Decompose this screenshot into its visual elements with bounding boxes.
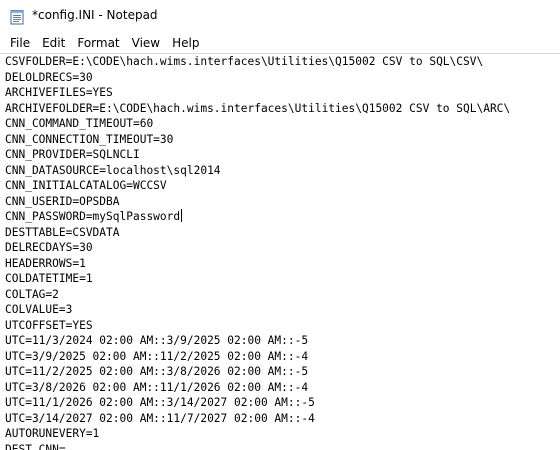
editor-line-text: CNN_PASSWORD=mySqlPassword [5,210,181,223]
editor-line-text: COLDATETIME=1 [5,272,93,285]
editor-line-text: DELRECDAYS=30 [5,241,93,254]
editor-line-text: CSVFOLDER=E:\CODE\hach.wims.interfaces\U… [5,55,484,68]
editor-line: DEST_CNN= [5,442,510,450]
editor-line: COLVALUE=3 [5,302,510,318]
editor-line: UTCOFFSET=YES [5,318,510,334]
editor-line: COLDATETIME=1 [5,271,510,287]
title-bar[interactable]: *config.INI - Notepad [0,0,560,33]
editor-line-text: CNN_CONNECTION_TIMEOUT=30 [5,132,174,146]
editor-line: UTC=11/3/2024 02:00 AM::3/9/2025 02:00 A… [5,333,510,349]
editor-line: UTC=11/2/2025 02:00 AM::3/8/2026 02:00 A… [5,364,510,380]
editor-line: AUTORUNEVERY=1 [5,426,510,442]
editor-lines: CSVFOLDER=E:\CODE\hach.wims.interfaces\U… [5,54,510,450]
editor-line: CNN_USERID=OPSDBA [5,194,510,210]
window-title: *config.INI - Notepad [32,8,158,22]
editor-line: COLTAG=2 [5,287,510,303]
editor-line: ARCHIVEFOLDER=E:\CODE\hach.wims.interfac… [5,101,510,117]
editor-line-text: UTC=3/14/2027 02:00 AM::11/7/2027 02:00 … [5,411,315,425]
editor-line: CNN_PROVIDER=SQLNCLI [5,147,510,163]
editor-line-text: DEST_CNN= [5,442,66,450]
editor-line: HEADERROWS=1 [5,256,510,272]
editor-line-text: UTC=11/2/2025 02:00 AM::3/8/2026 02:00 A… [5,365,309,378]
editor-line-text: COLVALUE=3 [5,303,73,316]
editor-line: CNN_DATASOURCE=localhost\sql2014 [5,163,510,179]
editor-line-text: UTC=3/8/2026 02:00 AM::11/1/2026 02:00 A… [5,380,309,394]
editor-line: UTC=11/1/2026 02:00 AM::3/14/2027 02:00 … [5,395,510,411]
editor-line: CSVFOLDER=E:\CODE\hach.wims.interfaces\U… [5,54,510,70]
editor-line-text: AUTORUNEVERY=1 [5,427,100,440]
editor-line-text: ARCHIVEFOLDER=E:\CODE\hach.wims.interfac… [5,101,511,115]
menu-file[interactable]: File [4,33,36,53]
editor-line: UTC=3/14/2027 02:00 AM::11/7/2027 02:00 … [5,411,510,427]
menu-format[interactable]: Format [71,33,125,53]
editor-line: CNN_CONNECTION_TIMEOUT=30 [5,132,510,148]
editor-line-text: ARCHIVEFILES=YES [5,86,113,99]
text-editor[interactable]: CSVFOLDER=E:\CODE\hach.wims.interfaces\U… [0,53,560,450]
editor-line-text: COLTAG=2 [5,287,59,301]
editor-line-text: UTC=11/3/2024 02:00 AM::3/9/2025 02:00 A… [5,334,309,347]
editor-line-text: CNN_USERID=OPSDBA [5,194,120,208]
editor-line-text: CNN_INITIALCATALOG=WCCSV [5,179,167,192]
editor-line-text: DESTTABLE=CSVDATA [5,225,120,239]
menu-help[interactable]: Help [166,33,205,53]
editor-line: DELOLDRECS=30 [5,70,510,86]
notepad-icon [10,10,24,25]
editor-line: CNN_COMMAND_TIMEOUT=60 [5,116,510,132]
editor-line: DELRECDAYS=30 [5,240,510,256]
menu-view[interactable]: View [126,33,166,53]
editor-line-text: UTCOFFSET=YES [5,318,93,332]
editor-line-text: HEADERROWS=1 [5,256,86,270]
editor-line-text: CNN_DATASOURCE=localhost\sql2014 [5,163,221,177]
editor-line: UTC=3/8/2026 02:00 AM::11/1/2026 02:00 A… [5,380,510,396]
menu-bar: File Edit Format View Help [0,33,560,53]
editor-line-text: CNN_PROVIDER=SQLNCLI [5,148,140,161]
editor-line-text: UTC=11/1/2026 02:00 AM::3/14/2027 02:00 … [5,396,315,409]
text-caret [181,209,183,222]
editor-line: CNN_PASSWORD=mySqlPassword [5,209,510,225]
editor-line-text: CNN_COMMAND_TIMEOUT=60 [5,117,154,130]
editor-line: ARCHIVEFILES=YES [5,85,510,101]
editor-line-text: DELOLDRECS=30 [5,70,93,84]
menu-edit[interactable]: Edit [36,33,71,53]
notepad-window: *config.INI - Notepad File Edit Format V… [0,0,560,450]
editor-line: CNN_INITIALCATALOG=WCCSV [5,178,510,194]
editor-line-text: UTC=3/9/2025 02:00 AM::11/2/2025 02:00 A… [5,349,309,363]
editor-line: UTC=3/9/2025 02:00 AM::11/2/2025 02:00 A… [5,349,510,365]
editor-line: DESTTABLE=CSVDATA [5,225,510,241]
